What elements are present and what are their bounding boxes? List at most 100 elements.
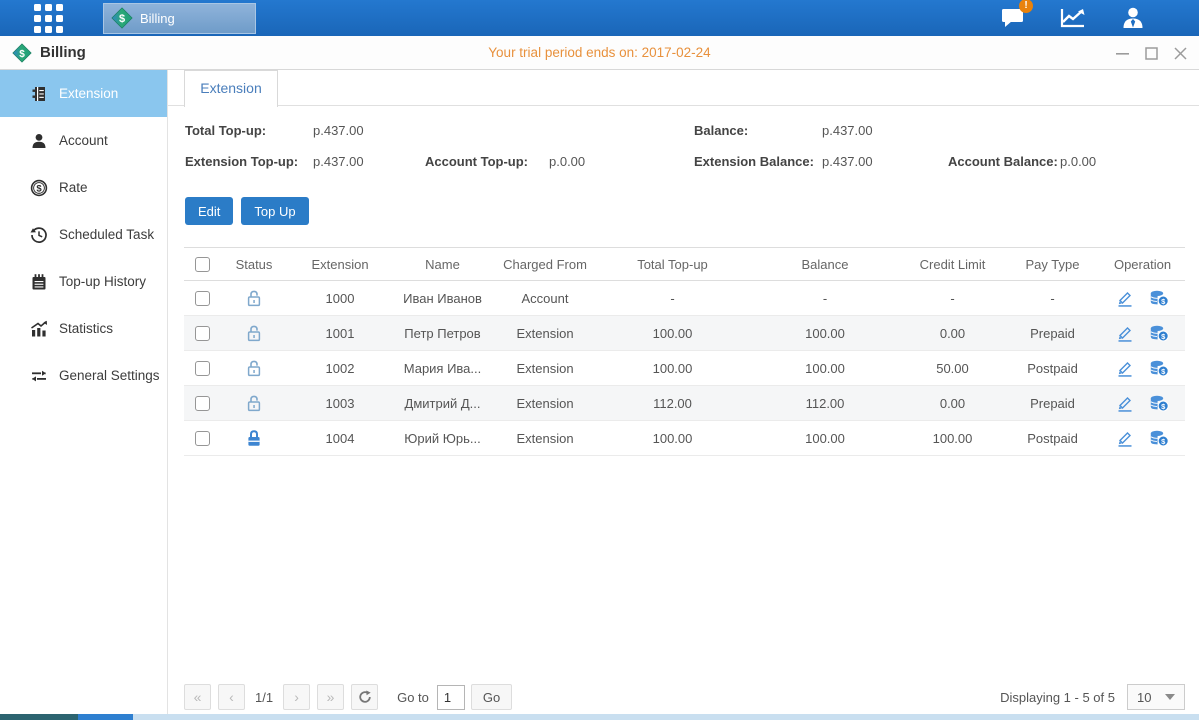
account-topup-value: p.0.00: [549, 154, 585, 169]
lock-closed-icon[interactable]: [246, 429, 262, 448]
svg-text:$: $: [36, 183, 42, 194]
svg-text:$: $: [19, 48, 25, 59]
row-checkbox[interactable]: [195, 431, 210, 446]
extension-table: Status Extension Name Charged From Total…: [184, 247, 1185, 456]
table-row: 1002Мария Ива...Extension100.00100.0050.…: [184, 351, 1185, 386]
table-header-row: Status Extension Name Charged From Total…: [184, 248, 1185, 281]
page-indicator: 1/1: [255, 690, 273, 705]
charged-from-cell: Extension: [495, 351, 595, 386]
sidebar-item-label: Statistics: [59, 321, 113, 336]
edit-icon[interactable]: [1116, 325, 1134, 342]
name-cell: Иван Иванов: [390, 281, 495, 316]
edit-icon[interactable]: [1116, 395, 1134, 412]
col-total-topup: Total Top-up: [595, 248, 750, 281]
status-cell: [218, 281, 290, 316]
statistics-icon: [30, 320, 48, 338]
name-cell: Юрий Юрь...: [390, 421, 495, 456]
balance-cell: -: [750, 281, 900, 316]
edit-icon[interactable]: [1116, 430, 1134, 447]
pay-type-cell: Postpaid: [1005, 421, 1100, 456]
sidebar-item-scheduled-task[interactable]: Scheduled Task: [0, 211, 167, 258]
row-checkbox[interactable]: [195, 326, 210, 341]
close-icon[interactable]: [1174, 47, 1187, 60]
col-extension: Extension: [290, 248, 390, 281]
sidebar: Extension Account $: [0, 70, 168, 714]
edit-icon[interactable]: [1116, 290, 1134, 307]
extension-balance-value: p.437.00: [822, 154, 873, 169]
name-cell: Петр Петров: [390, 316, 495, 351]
row-checkbox[interactable]: [195, 396, 210, 411]
extension-balance-label: Extension Balance:: [694, 154, 814, 169]
prev-page-button[interactable]: ‹: [218, 684, 245, 710]
apps-grid-icon[interactable]: [34, 4, 63, 33]
statistics-chart-icon[interactable]: [1055, 3, 1091, 33]
credit-limit-cell: 0.00: [900, 316, 1005, 351]
topup-icon[interactable]: $: [1149, 325, 1169, 342]
select-all-cell: [184, 248, 218, 281]
page-size-select[interactable]: 10: [1127, 684, 1185, 710]
maximize-icon[interactable]: [1145, 47, 1158, 60]
goto-page-input[interactable]: [437, 685, 465, 710]
status-cell: [218, 386, 290, 421]
sidebar-item-topup-history[interactable]: Top-up History: [0, 258, 167, 305]
window-controls: [1116, 36, 1187, 70]
row-checkbox[interactable]: [195, 361, 210, 376]
sidebar-item-label: Rate: [59, 180, 88, 195]
row-checkbox[interactable]: [195, 291, 210, 306]
extension-icon: [30, 85, 48, 103]
sidebar-item-statistics[interactable]: Statistics: [0, 305, 167, 352]
extension-cell: 1000: [290, 281, 390, 316]
extension-topup-label: Extension Top-up:: [185, 154, 298, 169]
billing-app-window: $ Billing !: [0, 0, 1199, 720]
operation-cell: $: [1100, 421, 1185, 456]
last-page-button[interactable]: »: [317, 684, 344, 710]
go-button[interactable]: Go: [471, 684, 512, 710]
select-all-checkbox[interactable]: [195, 257, 210, 272]
window-bottom-edge: [0, 714, 1199, 720]
taskbar-tab-label: Billing: [140, 11, 175, 26]
taskbar: $ Billing !: [0, 0, 1199, 36]
topup-icon[interactable]: $: [1149, 430, 1169, 447]
taskbar-tab-billing[interactable]: $ Billing: [103, 3, 256, 34]
lock-open-icon[interactable]: [246, 359, 262, 378]
user-account-icon[interactable]: [1115, 3, 1151, 33]
sidebar-item-label: Scheduled Task: [59, 227, 154, 242]
top-up-button[interactable]: Top Up: [241, 197, 308, 225]
first-page-button[interactable]: «: [184, 684, 211, 710]
sidebar-item-account[interactable]: Account: [0, 117, 167, 164]
lock-open-icon[interactable]: [246, 394, 262, 413]
table-row: 1001Петр ПетровExtension100.00100.000.00…: [184, 316, 1185, 351]
sidebar-item-label: Extension: [59, 86, 118, 101]
trial-notice: Your trial period ends on: 2017-02-24: [0, 45, 1199, 60]
topup-icon[interactable]: $: [1149, 290, 1169, 307]
main-content: Extension Total Top-up: p.437.00 Balance…: [168, 70, 1199, 714]
scheduled-task-icon: [30, 226, 48, 244]
minimize-icon[interactable]: [1116, 47, 1129, 60]
topup-icon[interactable]: $: [1149, 395, 1169, 412]
billing-diamond-icon: $: [111, 7, 133, 29]
status-cell: [218, 351, 290, 386]
pay-type-cell: Postpaid: [1005, 351, 1100, 386]
next-page-button[interactable]: ›: [283, 684, 310, 710]
table-row: 1000Иван ИвановAccount----$: [184, 281, 1185, 316]
total-topup-cell: 100.00: [595, 351, 750, 386]
notification-badge: !: [1019, 0, 1033, 13]
col-operation: Operation: [1100, 248, 1185, 281]
balance-value: p.437.00: [822, 123, 873, 138]
topup-icon[interactable]: $: [1149, 360, 1169, 377]
sidebar-item-rate[interactable]: $ Rate: [0, 164, 167, 211]
edit-icon[interactable]: [1116, 360, 1134, 377]
account-icon: [30, 132, 48, 150]
edit-button[interactable]: Edit: [185, 197, 233, 225]
lock-open-icon[interactable]: [246, 324, 262, 343]
topup-history-icon: [30, 273, 48, 291]
tab-extension[interactable]: Extension: [184, 70, 278, 107]
name-cell: Мария Ива...: [390, 351, 495, 386]
sidebar-item-general-settings[interactable]: General Settings: [0, 352, 167, 399]
billing-diamond-icon-small: $: [12, 43, 32, 63]
sidebar-item-extension[interactable]: Extension: [0, 70, 167, 117]
charged-from-cell: Extension: [495, 421, 595, 456]
refresh-button[interactable]: [351, 684, 378, 710]
lock-open-icon[interactable]: [246, 289, 262, 308]
messages-icon[interactable]: !: [995, 3, 1031, 33]
